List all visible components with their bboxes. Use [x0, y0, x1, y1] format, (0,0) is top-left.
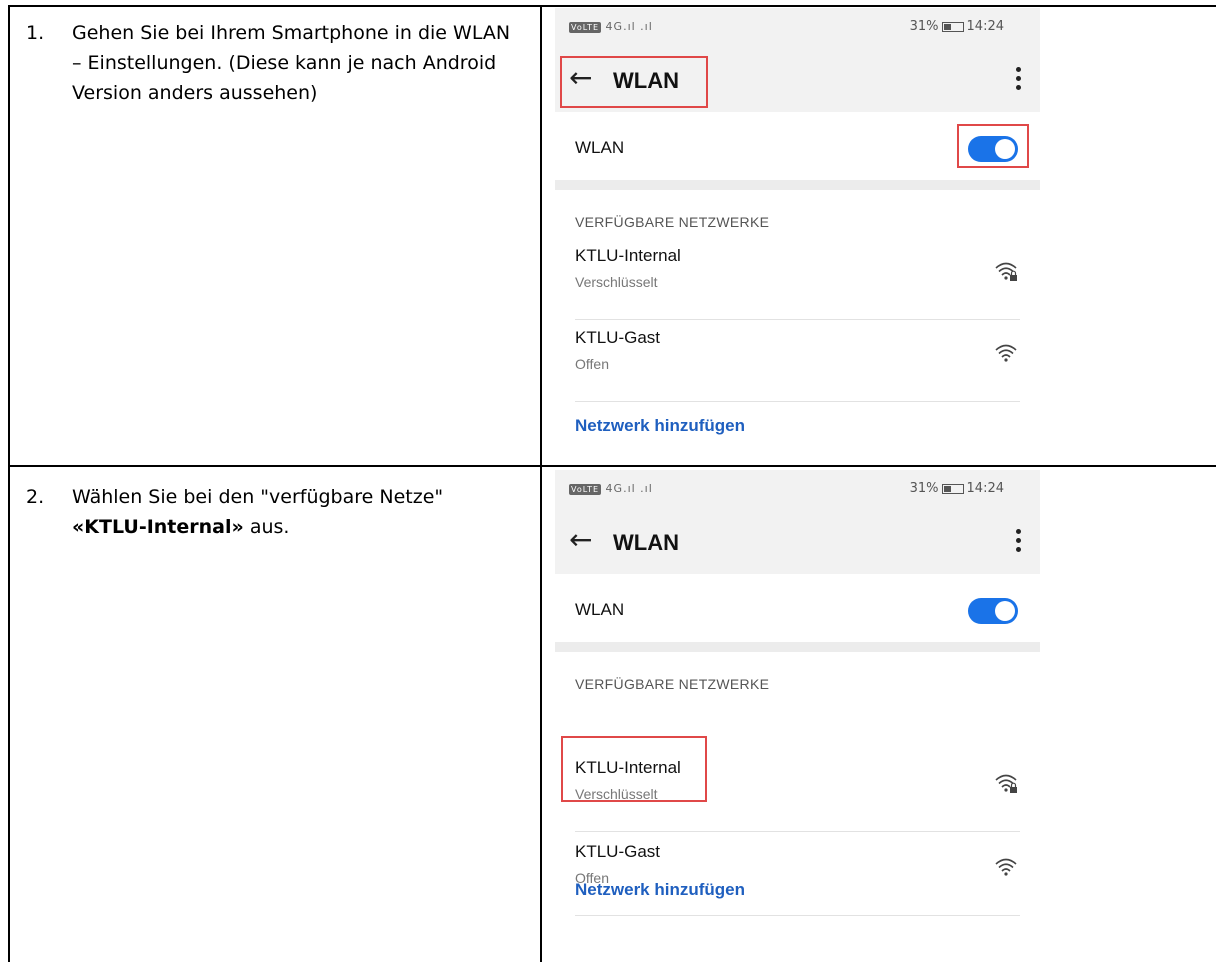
step-text-end: aus.	[243, 516, 290, 538]
table-row-divider	[8, 465, 1216, 467]
battery-icon	[941, 483, 964, 494]
signal-icons: VoLTE 4G.ıl .ıl	[569, 482, 653, 495]
wifi-icon	[995, 858, 1017, 876]
more-options-icon[interactable]	[1014, 526, 1022, 556]
status-bar: VoLTE 4G.ıl .ıl 31% 14:24	[555, 470, 1040, 512]
phone-screenshot-2: VoLTE 4G.ıl .ıl 31% 14:24 ← WLAN WLAN VER…	[555, 470, 1040, 920]
battery-percent: 31%	[909, 19, 939, 34]
highlight-title	[560, 56, 708, 108]
section-header: VERFÜGBARE NETZWERKE	[575, 214, 770, 230]
highlight-network	[561, 736, 707, 802]
network-item[interactable]: KTLU-Gast Offen	[575, 842, 1020, 916]
back-arrow-icon[interactable]: ←	[569, 526, 592, 554]
clock: 14:24	[966, 19, 1004, 34]
list-divider	[575, 915, 1020, 916]
network-type: 4G	[605, 482, 624, 495]
section-divider	[555, 642, 1040, 652]
status-right: 31% 14:24	[910, 481, 1004, 496]
highlight-toggle	[957, 124, 1029, 168]
network-item[interactable]: KTLU-Internal Verschlüsselt	[575, 246, 1020, 320]
step-text: Wählen Sie bei den "verfügbare Netze" «KT…	[72, 482, 512, 542]
network-name: KTLU-Gast	[575, 842, 661, 861]
network-status: Verschlüsselt	[575, 274, 658, 290]
signal-icons: VoLTE 4G.ıl .ıl	[569, 20, 653, 33]
list-divider	[575, 319, 1020, 320]
volte-badge: VoLTE	[569, 22, 602, 33]
more-options-icon[interactable]	[1014, 64, 1022, 94]
list-divider	[575, 831, 1020, 832]
list-divider	[575, 401, 1020, 402]
battery-percent: 31%	[909, 481, 939, 496]
volte-badge: VoLTE	[569, 484, 602, 495]
step-text-start: Wählen Sie bei den "verfügbare Netze"	[72, 486, 444, 508]
network-status: Offen	[575, 356, 609, 372]
step-number: 2.	[26, 486, 45, 508]
app-bar: ← WLAN	[555, 512, 1040, 574]
wlan-label: WLAN	[575, 138, 625, 157]
step-text-network-name: «KTLU-Internal»	[72, 516, 244, 538]
status-bar: VoLTE 4G.ıl .ıl 31% 14:24	[555, 8, 1040, 50]
add-network-link[interactable]: Netzwerk hinzufügen	[575, 416, 745, 436]
battery-icon	[941, 21, 964, 32]
page-title: WLAN	[613, 530, 679, 555]
wifi-lock-icon	[995, 774, 1017, 793]
wifi-lock-icon	[995, 262, 1017, 281]
network-item[interactable]: KTLU-Gast Offen	[575, 328, 1020, 402]
network-type: 4G	[605, 20, 624, 33]
network-name: KTLU-Internal	[575, 246, 681, 265]
clock: 14:24	[966, 481, 1004, 496]
wlan-toggle[interactable]	[968, 598, 1018, 624]
step-text: Gehen Sie bei Ihrem Smartphone in die WL…	[72, 22, 511, 104]
add-network-link[interactable]: Netzwerk hinzufügen	[575, 880, 745, 900]
wlan-toggle-row[interactable]: WLAN	[555, 574, 1040, 642]
wifi-icon	[995, 344, 1017, 362]
step-number: 1.	[26, 22, 45, 44]
table-column-divider	[540, 5, 542, 962]
status-right: 31% 14:24	[910, 19, 1004, 34]
phone-screenshot-1: VoLTE 4G.ıl .ıl 31% 14:24 ← WLAN WLAN VER…	[555, 8, 1040, 458]
section-divider	[555, 180, 1040, 190]
wlan-label: WLAN	[575, 600, 625, 619]
section-header: VERFÜGBARE NETZWERKE	[575, 676, 770, 692]
network-name: KTLU-Gast	[575, 328, 661, 347]
